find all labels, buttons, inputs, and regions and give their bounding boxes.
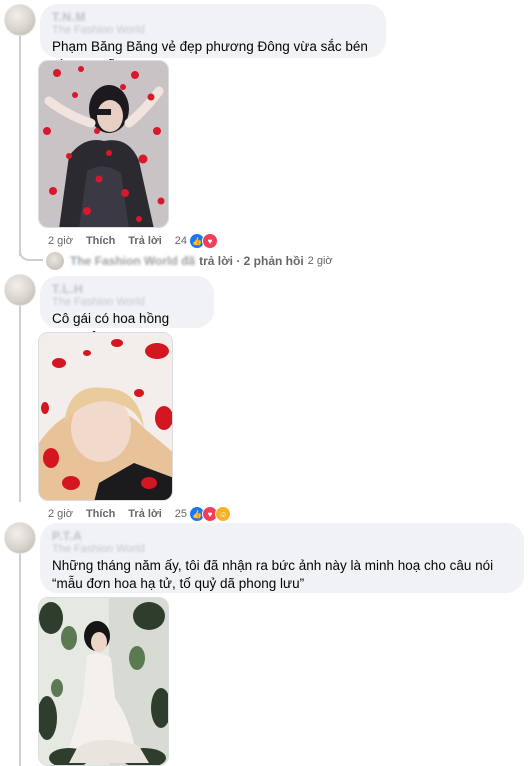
comment-author[interactable]: T.L.H (52, 282, 202, 296)
reaction-count[interactable]: 24 (175, 235, 187, 247)
photo-woman-white-dress-garden (39, 598, 168, 765)
comment-timestamp[interactable]: 2 giờ (48, 235, 73, 247)
comment-timestamp[interactable]: 2 giờ (48, 508, 73, 520)
thread-line (19, 554, 21, 766)
thread-line (19, 306, 21, 502)
comment-photo[interactable] (38, 60, 169, 228)
like-button[interactable]: Thích (86, 508, 115, 520)
haha-icon: ☺ (215, 506, 232, 522)
comment-author[interactable]: T.N.M (52, 10, 374, 24)
comment-author-badge: The Fashion World (52, 296, 145, 308)
comment-actions: 2 giờ Thích Trả lời 24 👍 ♥ (48, 233, 219, 249)
avatar[interactable] (4, 522, 36, 554)
photo-blonde-woman-rose-petals (39, 333, 172, 500)
comment-author-badge: The Fashion World (52, 24, 145, 36)
comment-author[interactable]: P.T.A (52, 529, 512, 543)
reply-author: The Fashion World đã (70, 254, 196, 268)
reply-timestamp: 2 giờ (307, 255, 333, 267)
reply-branch-line (19, 245, 43, 261)
comment-actions: 2 giờ Thích Trả lời 25 👍 ♥ ☺ (48, 506, 232, 522)
avatar[interactable] (4, 274, 36, 306)
reply-button[interactable]: Trả lời (128, 235, 162, 247)
comment-bubble: T.L.H The Fashion World Cô gái có hoa hồ… (40, 276, 214, 344)
photo-woman-red-petals (39, 61, 168, 227)
love-icon: ♥ (202, 233, 219, 249)
thread-line (19, 36, 21, 256)
comment-photo[interactable] (38, 332, 173, 501)
avatar[interactable] (4, 4, 36, 36)
reaction-count[interactable]: 25 (175, 508, 187, 520)
like-button[interactable]: Thích (86, 235, 115, 247)
reaction-icons[interactable]: 👍 ♥ (189, 233, 219, 249)
comment-author-badge: The Fashion World (52, 543, 145, 555)
reply-count-text: trả lời · 2 phản hồi (199, 254, 304, 268)
view-replies-link[interactable]: The Fashion World đã trả lời · 2 phản hồ… (46, 252, 333, 270)
comment-text: Những tháng năm ấy, tôi đã nhận ra bức ả… (52, 558, 494, 591)
avatar (46, 252, 64, 270)
comment-bubble: T.N.M The Fashion World Phạm Băng Băng v… (40, 4, 386, 72)
comment-photo[interactable] (38, 597, 169, 766)
comment-bubble: P.T.A The Fashion World Những tháng năm … (40, 523, 524, 593)
reaction-icons[interactable]: 👍 ♥ ☺ (189, 506, 232, 522)
reply-button[interactable]: Trả lời (128, 508, 162, 520)
